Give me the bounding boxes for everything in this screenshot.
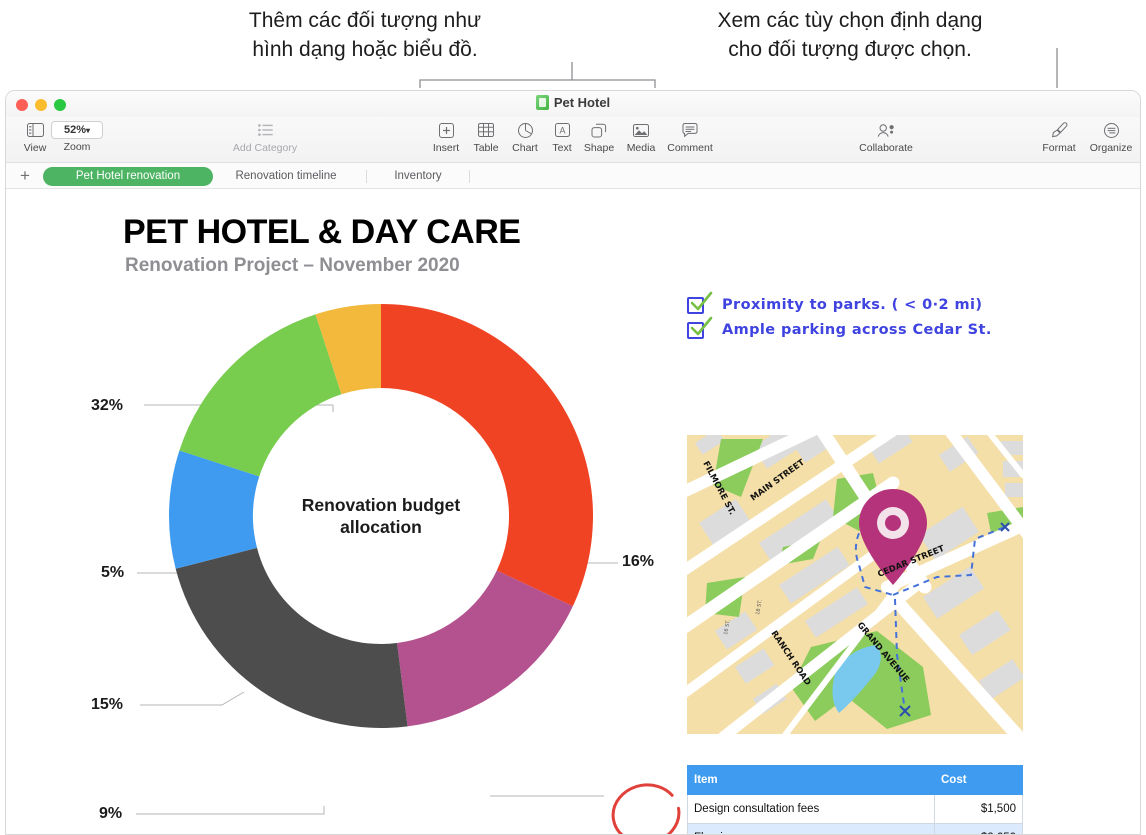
chart-label-9: 9%: [99, 805, 123, 822]
cell-item[interactable]: Flooring: [687, 823, 935, 834]
collaborate-label: Collaborate: [859, 142, 913, 154]
add-sheet-button[interactable]: +: [20, 167, 30, 184]
numbers-document-icon: [535, 95, 549, 110]
svg-text:A: A: [559, 126, 565, 136]
zoom-select[interactable]: 52%▾: [51, 121, 103, 139]
sheet-tab-bar: + Pet Hotel renovation Renovation timeli…: [6, 163, 1140, 189]
document-title-text: Pet Hotel: [553, 95, 611, 110]
chart-label-5: 5%: [101, 564, 125, 581]
column-header-cost[interactable]: Cost: [934, 765, 1023, 795]
chart-label-16: 16%: [622, 553, 655, 570]
donut-chart[interactable]: Renovation budget allocation: [161, 296, 601, 736]
callout-format-options: Xem các tùy chọn định dạng cho đối tượng…: [717, 9, 983, 61]
numbers-window: Pet Hotel View 52%▾ Zoom Add Category In…: [5, 90, 1141, 835]
note-parking: Ample parking across Cedar St.: [722, 322, 992, 338]
zoom-label: Zoom: [63, 141, 91, 153]
organize-button[interactable]: Organize: [1082, 119, 1140, 154]
chart-label-15: 15%: [91, 696, 124, 713]
callout-insert-objects: Thêm các đối tượng như hình dạng hoặc bi…: [248, 9, 482, 61]
comment-label: Comment: [667, 142, 713, 154]
add-category-button[interactable]: Add Category: [221, 119, 309, 154]
checkmark-icon: [690, 316, 713, 336]
map-image[interactable]: FILMORE ST. MAIN STREET CEDAR STREET RAN…: [687, 435, 1023, 734]
format-label: Format: [1042, 142, 1076, 154]
paintbrush-icon: [1030, 119, 1088, 141]
collaborate-button[interactable]: Collaborate: [846, 119, 926, 154]
toolbar: View 52%▾ Zoom Add Category Insert Table…: [6, 117, 1140, 163]
note-proximity: Proximity to parks. ( < 0·2 mi): [722, 297, 983, 313]
add-category-label: Add Category: [232, 142, 298, 154]
table-row[interactable]: Design consultation fees $1,500: [687, 794, 1023, 824]
collaborate-icon: [846, 119, 926, 141]
cost-table[interactable]: Item Cost Design consultation fees $1,50…: [687, 765, 1023, 834]
comment-icon: [661, 119, 719, 141]
table-header-row: Item Cost: [687, 765, 1023, 795]
checkmark-icon: [690, 291, 713, 311]
cell-item[interactable]: Design consultation fees: [687, 794, 935, 824]
donut-center-label: Renovation budget allocation: [301, 495, 461, 537]
organize-icon: [1082, 119, 1140, 141]
column-header-item[interactable]: Item: [687, 765, 935, 795]
list-icon: [221, 119, 309, 141]
comment-button[interactable]: Comment: [661, 119, 719, 154]
tab-divider: [366, 170, 367, 183]
chart-label-32: 32%: [91, 397, 124, 414]
tab-divider: [469, 170, 470, 183]
format-button[interactable]: Format: [1030, 119, 1088, 154]
sheet-tab-renovation-timeline[interactable]: Renovation timeline: [221, 167, 351, 186]
table-row[interactable]: Flooring $2,650: [687, 823, 1023, 834]
chevron-down-icon: ▾: [86, 126, 91, 135]
zoom-value: 52%: [63, 124, 86, 136]
red-circle-annotation: [611, 783, 681, 834]
map-graphic: FILMORE ST. MAIN STREET CEDAR STREET RAN…: [687, 435, 1023, 734]
cell-cost[interactable]: $2,650: [934, 823, 1023, 834]
document-title: Pet Hotel: [6, 95, 1140, 110]
sheet-tab-pet-hotel-renovation[interactable]: Pet Hotel renovation: [43, 167, 213, 186]
sheet-canvas[interactable]: PET HOTEL & DAY CARE Renovation Project …: [6, 189, 1140, 834]
window-titlebar: Pet Hotel: [6, 91, 1140, 117]
cell-cost[interactable]: $1,500: [934, 794, 1023, 824]
organize-label: Organize: [1089, 142, 1133, 154]
sheet-tab-inventory[interactable]: Inventory: [376, 167, 460, 186]
